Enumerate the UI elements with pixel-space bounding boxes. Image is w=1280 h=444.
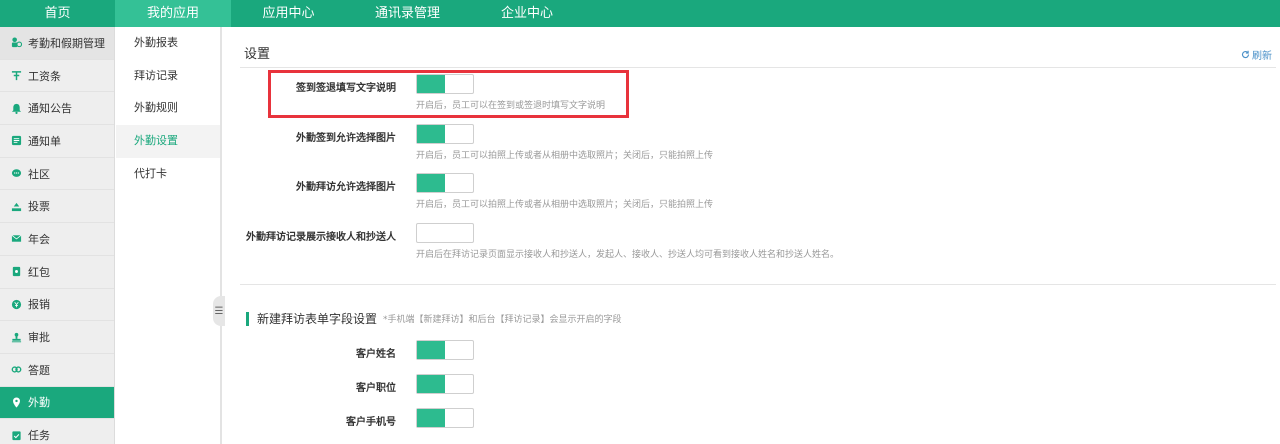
tab-home[interactable]: 首页: [0, 0, 115, 27]
collapse-sidebar-handle[interactable]: ☰: [213, 296, 225, 326]
sidebar-item-label: 投票: [28, 200, 50, 214]
sidebar-item-announcement[interactable]: 通知公告: [0, 92, 114, 126]
salary-icon: [11, 70, 22, 81]
sidebar-item-label: 任务: [28, 429, 50, 443]
sub-nav: 外勤报表 拜访记录 外勤规则 外勤设置 代打卡: [116, 27, 222, 444]
refresh-label: 刷新: [1252, 51, 1272, 62]
section-note: *手机端【新建拜访】和后台【拜访记录】会显示开启的字段: [383, 315, 622, 325]
section-divider: [240, 284, 1276, 285]
section-title: 新建拜访表单字段设置: [257, 312, 378, 326]
tab-contacts[interactable]: 通讯录管理: [346, 0, 469, 27]
sidebar-item-label: 报销: [28, 298, 50, 312]
subnav-item-field-report[interactable]: 外勤报表: [116, 27, 220, 60]
setting-label: 外勤拜访允许选择图片: [296, 182, 396, 193]
setting-description: 开启后在拜访记录页面显示接收人和抄送人，发起人、接收人、抄送人均可看到接收人姓名…: [416, 250, 840, 260]
field-label: 客户姓名: [356, 349, 396, 360]
sidebar-item-field-work[interactable]: 外勤: [0, 386, 114, 420]
sidebar: 考勤和假期管理 工资条 通知公告 通知单 社区 投票 年会 红包 报销 审批 答…: [0, 27, 115, 444]
sidebar-item-label: 红包: [28, 265, 50, 279]
sidebar-item-label: 外勤: [28, 396, 50, 410]
setting-description: 开启后，员工可以拍照上传或者从相册中选取照片；关闭后，只能拍照上传: [416, 200, 714, 210]
section-accent-bar: [246, 311, 249, 326]
field-label: 客户职位: [356, 383, 396, 394]
sidebar-item-reimbursement[interactable]: 报销: [0, 289, 114, 322]
sidebar-item-attendance[interactable]: 考勤和假期管理: [0, 27, 114, 60]
sidebar-item-label: 社区: [28, 167, 50, 181]
sidebar-item-label: 工资条: [28, 69, 61, 83]
sidebar-item-notice-list[interactable]: 通知单: [0, 125, 114, 158]
vote-icon: [11, 201, 22, 212]
tab-my-apps[interactable]: 我的应用: [115, 0, 231, 27]
sidebar-item-label: 年会: [28, 232, 50, 246]
sidebar-item-vote[interactable]: 投票: [0, 190, 114, 224]
customer-name-toggle[interactable]: [416, 340, 474, 360]
sidebar-item-label: 考勤和假期管理: [28, 36, 105, 50]
customer-position-toggle[interactable]: [416, 374, 474, 394]
visit-show-recipients-toggle[interactable]: [416, 223, 474, 243]
visit-select-photo-toggle[interactable]: [416, 173, 474, 193]
sidebar-item-annual-meeting[interactable]: 年会: [0, 223, 114, 256]
setting-label: 外勤签到允许选择图片: [296, 133, 396, 144]
subnav-item-field-settings[interactable]: 外勤设置: [116, 125, 220, 158]
envelope-icon: [11, 233, 22, 244]
setting-description: 开启后，员工可以在签到或签退时填写文字说明: [416, 101, 606, 111]
checkin-text-note-toggle[interactable]: [416, 74, 474, 94]
stamp-icon: [11, 332, 22, 343]
clock-person-icon: [11, 37, 22, 48]
menu-lines-icon: ☰: [214, 305, 224, 317]
setting-description: 开启后，员工可以拍照上传或者从相册中选取照片；关闭后，只能拍照上传: [416, 151, 714, 161]
customer-phone-toggle[interactable]: [416, 408, 474, 428]
sidebar-item-red-packet[interactable]: 红包: [0, 256, 114, 289]
location-pin-icon: [11, 397, 22, 408]
field-label: 客户手机号: [346, 417, 396, 428]
title-divider: [240, 67, 1276, 68]
sidebar-item-task[interactable]: 任务: [0, 419, 114, 444]
link-icon: [11, 364, 22, 375]
main-content: 设置 刷新 签到签退填写文字说明 开启后，员工可以在签到或签退时填写文字说明 外…: [226, 27, 1280, 444]
setting-label: 签到签退填写文字说明: [296, 83, 396, 94]
tab-enterprise-center[interactable]: 企业中心: [469, 0, 585, 27]
subnav-item-proxy-clock-in[interactable]: 代打卡: [116, 158, 220, 191]
subnav-item-visit-records[interactable]: 拜访记录: [116, 60, 220, 93]
yen-icon: [11, 299, 22, 310]
subnav-item-field-rules[interactable]: 外勤规则: [116, 92, 220, 125]
task-icon: [11, 430, 22, 441]
setting-label: 外勤拜访记录展示接收人和抄送人: [246, 232, 396, 243]
sidebar-item-label: 通知单: [28, 134, 61, 148]
chat-bubble-icon: [11, 168, 22, 179]
sidebar-item-label: 通知公告: [28, 102, 72, 116]
sidebar-item-label: 审批: [28, 331, 50, 345]
sidebar-item-salary[interactable]: 工资条: [0, 60, 114, 93]
top-nav: 首页 我的应用 应用中心 通讯录管理 企业中心: [0, 0, 1280, 27]
page-title: 设置: [244, 47, 271, 62]
bell-icon: [11, 103, 22, 114]
sidebar-item-label: 答题: [28, 363, 50, 377]
sidebar-item-approval[interactable]: 审批: [0, 321, 114, 354]
tab-app-center[interactable]: 应用中心: [231, 0, 346, 27]
red-packet-icon: [11, 266, 22, 277]
sidebar-item-community[interactable]: 社区: [0, 158, 114, 191]
sidebar-item-quiz[interactable]: 答题: [0, 354, 114, 387]
refresh-icon: [1241, 50, 1250, 59]
section-header: 新建拜访表单字段设置 *手机端【新建拜访】和后台【拜访记录】会显示开启的字段: [246, 310, 622, 327]
refresh-button[interactable]: 刷新: [1241, 47, 1272, 62]
notice-list-icon: [11, 135, 22, 146]
checkin-select-photo-toggle[interactable]: [416, 124, 474, 144]
